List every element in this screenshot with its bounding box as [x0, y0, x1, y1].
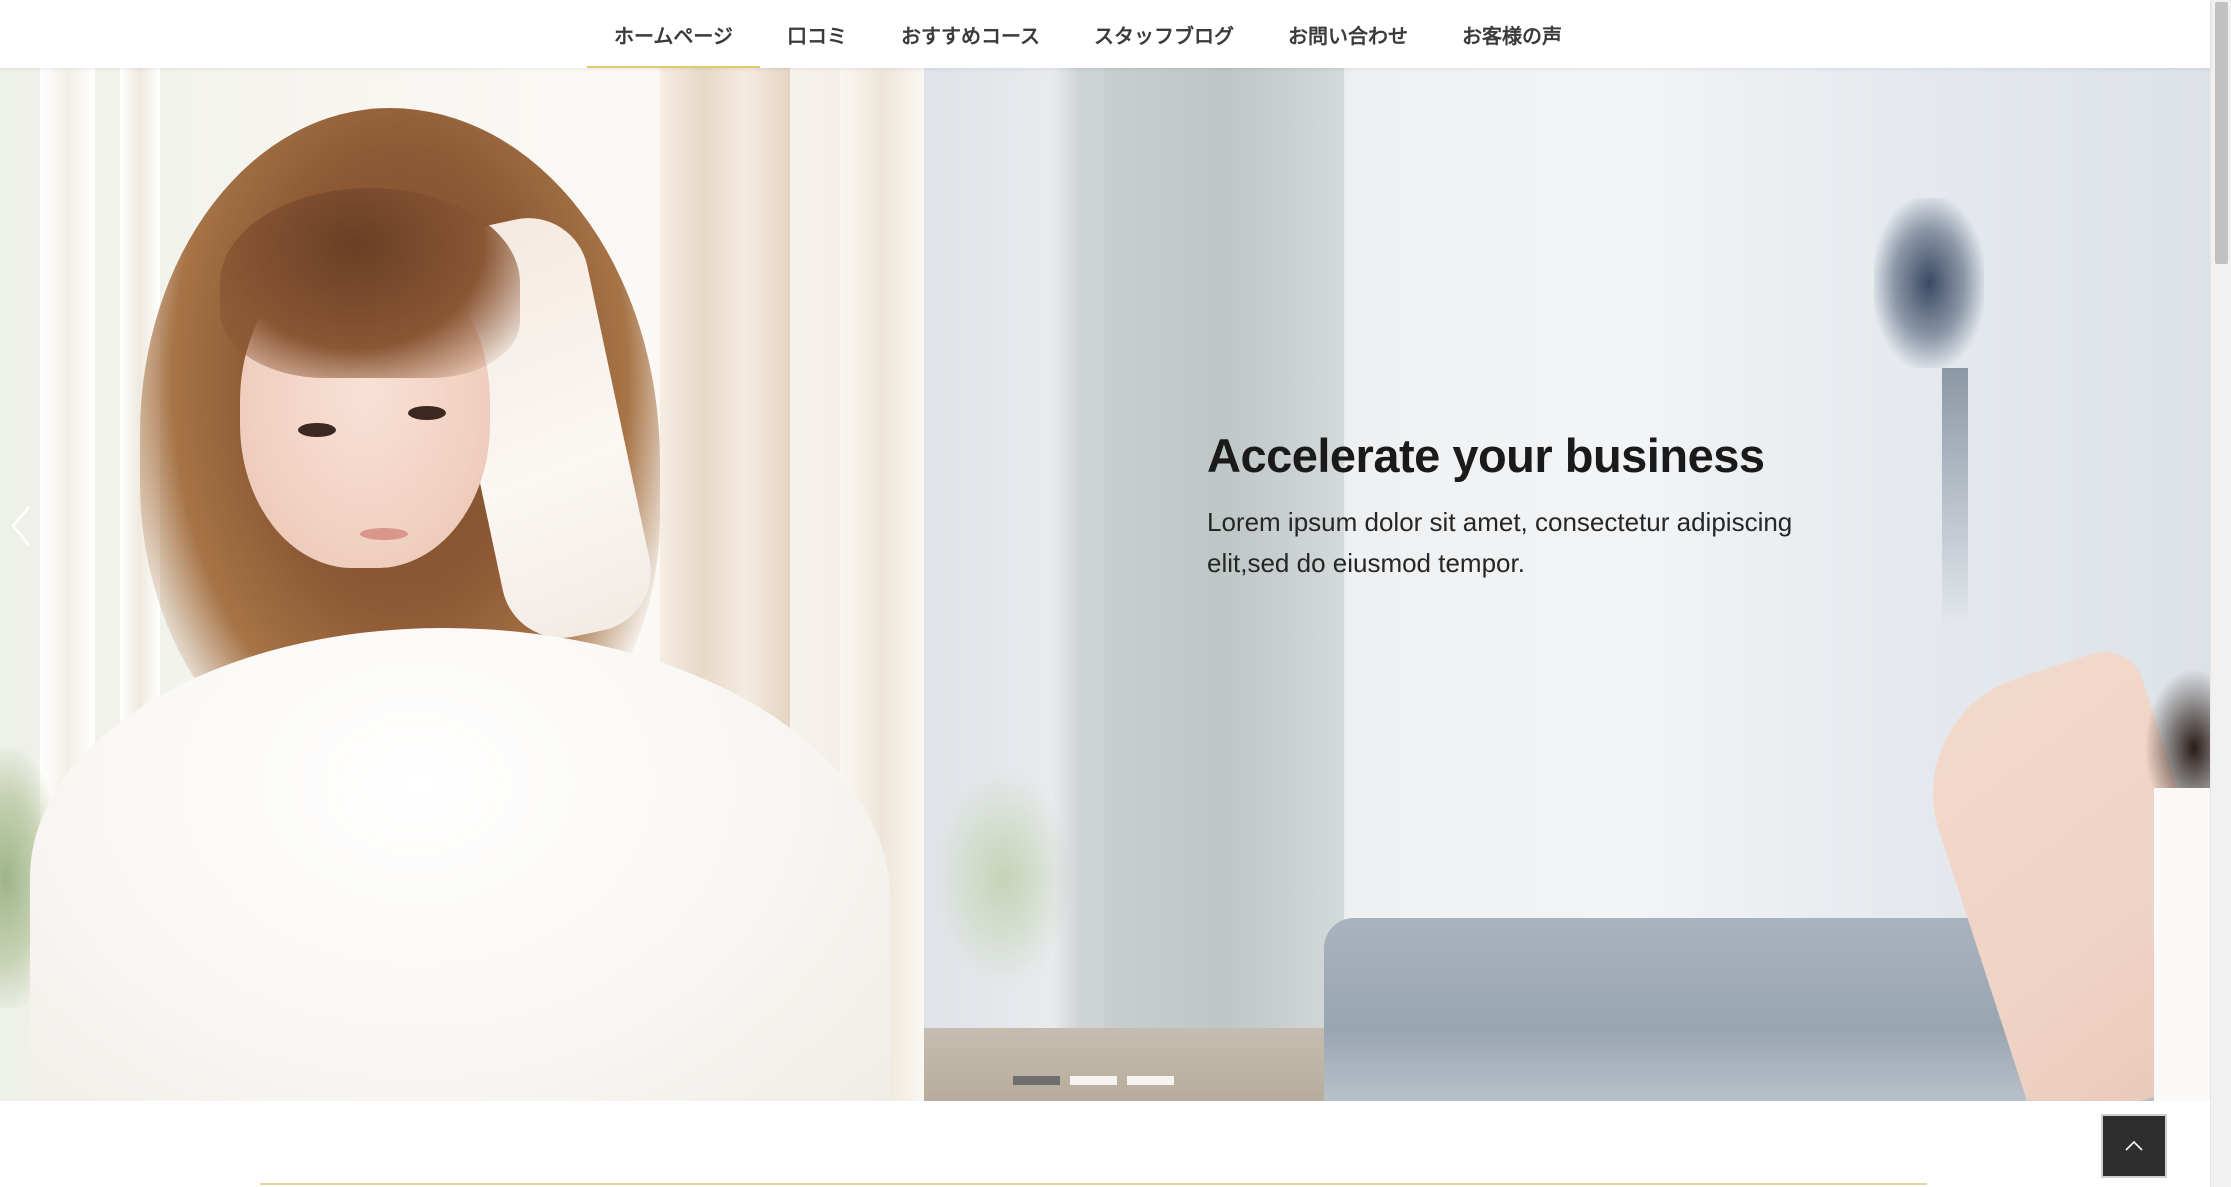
- hero-photo-woman: [0, 68, 924, 1101]
- chevron-up-icon: [2125, 1140, 2143, 1151]
- scrollbar-thumb[interactable]: [2215, 2, 2228, 264]
- chevron-left-icon: [11, 506, 30, 546]
- page-scrollbar[interactable]: [2210, 0, 2231, 1187]
- nav-item-reviews[interactable]: 口コミ: [760, 0, 874, 68]
- model-sweater: [30, 628, 890, 1101]
- background-lamp-stem: [1942, 368, 1968, 628]
- carousel-indicator-2[interactable]: [1070, 1076, 1117, 1085]
- carousel-indicators: [1013, 1076, 1174, 1085]
- model-eye: [408, 406, 446, 420]
- hero-caption: Accelerate your business Lorem ipsum dol…: [1207, 428, 1847, 584]
- hero-photo-background: [924, 68, 2210, 1101]
- hero-carousel: Accelerate your business Lorem ipsum dol…: [0, 68, 2210, 1101]
- background-table: [924, 1028, 1344, 1101]
- background-lamp: [1874, 198, 1984, 368]
- model-lips: [360, 528, 408, 540]
- nav-item-contact[interactable]: お問い合わせ: [1261, 0, 1435, 68]
- model-bangs: [220, 188, 520, 378]
- background-plant: [934, 768, 1074, 988]
- model-figure: [0, 68, 924, 1101]
- carousel-prev-button[interactable]: [6, 496, 36, 556]
- model-eye: [298, 423, 336, 437]
- carousel-indicator-1[interactable]: [1013, 1076, 1060, 1085]
- top-navigation: ホームページ 口コミ おすすめコース スタッフブログ お問い合わせ お客様の声: [0, 0, 2210, 68]
- nav-item-home[interactable]: ホームページ: [587, 0, 760, 68]
- hero-description: Lorem ipsum dolor sit amet, consectetur …: [1207, 507, 1793, 579]
- background-pillar: [1104, 68, 1344, 1101]
- nav-item-recommended-courses[interactable]: おすすめコース: [874, 0, 1067, 68]
- section-divider: [260, 1183, 1927, 1185]
- carousel-indicator-3[interactable]: [1127, 1076, 1174, 1085]
- second-model-shoulder: [2154, 788, 2210, 1101]
- nav-menu: ホームページ 口コミ おすすめコース スタッフブログ お問い合わせ お客様の声: [587, 0, 1589, 68]
- nav-item-customer-voices[interactable]: お客様の声: [1435, 0, 1589, 68]
- nav-item-staff-blog[interactable]: スタッフブログ: [1067, 0, 1261, 68]
- back-to-top-button[interactable]: [2101, 1114, 2167, 1178]
- hero-title: Accelerate your business: [1207, 429, 1765, 482]
